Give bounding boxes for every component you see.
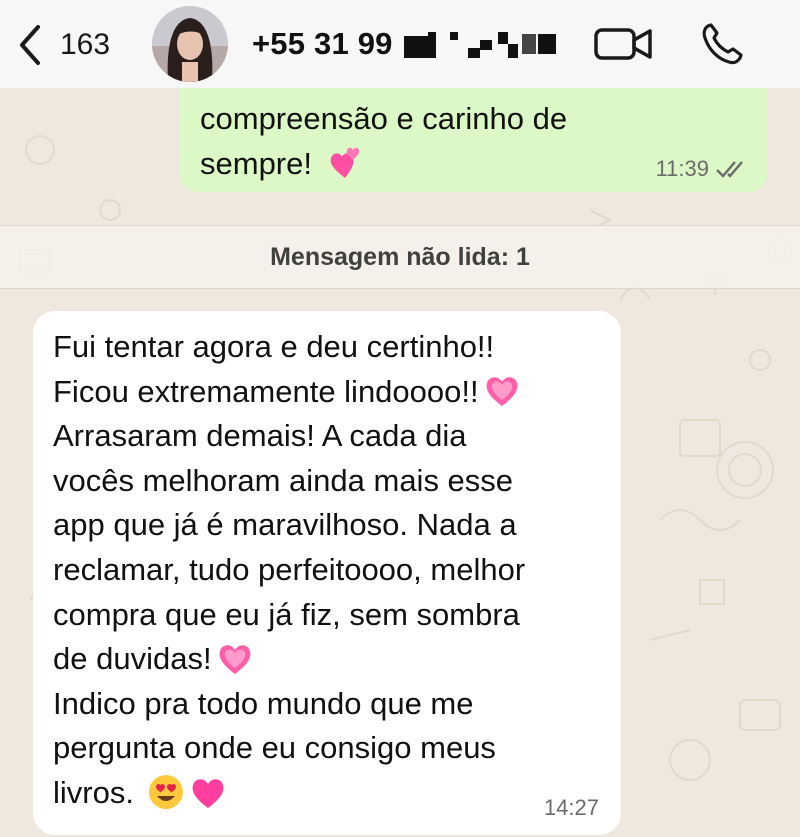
avatar-photo: [152, 6, 228, 82]
back-button[interactable]: 163: [16, 22, 110, 68]
phone-call-icon[interactable]: [698, 20, 746, 68]
heart-eyes-emoji: [148, 774, 183, 809]
chevron-left-icon: [20, 25, 40, 65]
message-line: app que já é maravilhoso. Nada a: [53, 507, 517, 543]
outgoing-message-text: compreensão e carinho de sempre!: [200, 96, 650, 186]
pink-heart-emoji: [192, 778, 224, 808]
chat-header: 163 +55 31 99: [0, 0, 800, 88]
growing-heart-emoji: [486, 377, 518, 407]
video-call-icon[interactable]: [592, 24, 654, 64]
message-time: 11:39: [655, 156, 709, 181]
outgoing-message-bubble[interactable]: compreensão e carinho de sempre! 11:39: [180, 88, 767, 192]
message-line: pergunta onde eu consigo meus: [53, 730, 496, 766]
incoming-message-text: Fui tentar agora e deu certinho!! Ficou …: [53, 325, 608, 816]
message-line: Fui tentar agora e deu certinho!!: [53, 329, 495, 364]
two-hearts-emoji: [330, 147, 359, 178]
double-check-icon: [716, 161, 743, 178]
message-line: compreensão e carinho de: [200, 101, 568, 136]
message-meta: 11:39: [656, 156, 745, 182]
incoming-message-bubble[interactable]: Fui tentar agora e deu certinho!! Ficou …: [33, 311, 621, 835]
message-line: reclamar, tudo perfeitoooo, melhor: [53, 551, 526, 587]
unread-chats-count: 163: [60, 28, 111, 61]
message-line-with-emoji: Ficou extremamente lindoooo!!: [53, 370, 608, 415]
message-meta: 14:27: [544, 795, 599, 821]
message-line: vocês melhoram ainda mais esse: [53, 462, 514, 498]
message-line-with-emoji: de duvidas!: [53, 637, 608, 682]
unread-banner-text: Mensagem não lida: 1: [270, 242, 530, 271]
message-time: 14:27: [543, 795, 599, 820]
message-line: sempre!: [200, 146, 312, 181]
message-line-text: de duvidas!: [53, 641, 212, 677]
contact-phone-number[interactable]: +55 31 99: [252, 26, 393, 62]
message-line: Arrasaram demais! A cada dia: [53, 418, 467, 454]
message-line: compra que eu já fiz, sem sombra: [53, 596, 520, 632]
message-line-with-emoji: livros.: [53, 771, 608, 816]
message-line-text: livros.: [53, 774, 134, 810]
message-line: Indico pra todo mundo que me: [53, 685, 474, 721]
message-line-text: Ficou extremamente lindoooo!!: [53, 373, 479, 409]
growing-heart-emoji: [219, 645, 250, 674]
redaction-mask: [404, 32, 556, 58]
unread-messages-banner: Mensagem não lida: 1: [0, 225, 800, 289]
contact-avatar[interactable]: [152, 6, 228, 82]
